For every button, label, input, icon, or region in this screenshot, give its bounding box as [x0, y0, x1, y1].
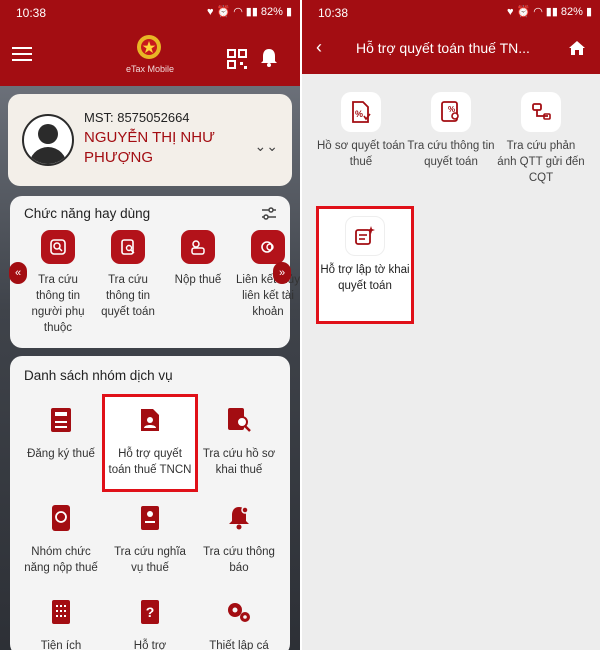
status-time: 10:38 — [16, 6, 47, 20]
settlement-item[interactable]: Tra cứu phản ánh QTT gửi đến CQT — [496, 92, 586, 186]
settlement-item[interactable]: % Hồ sơ quyết toán thuế — [316, 92, 406, 170]
battery-icon: ▮ — [285, 6, 292, 18]
service-label: Tra cứu hồ sơ khai thuế — [202, 448, 276, 476]
favorite-label: Tra cứu thông tin quyết toán — [101, 274, 155, 318]
settlement-label: Tra cứu phản ánh QTT gửi đến CQT — [497, 140, 585, 184]
service-item[interactable]: Tra cứu nghĩa vụ thuế — [107, 498, 193, 576]
calculator-icon — [41, 400, 81, 440]
alarm-icon: ⏰ — [516, 6, 531, 18]
wifi-icon: ◠ — [233, 6, 243, 18]
emblem-logo-icon — [137, 35, 161, 59]
service-label: Thiết lập cá — [209, 640, 269, 650]
service-item[interactable]: Tra cứu thông báo — [196, 498, 282, 576]
payment-icon — [181, 230, 215, 264]
service-label: Tra cứu nghĩa vụ thuế — [114, 546, 186, 574]
battery-text: 82% — [260, 5, 283, 18]
page-title: Hỗ trợ quyết toán thuế TN... — [356, 40, 530, 56]
settings-sliders-icon[interactable] — [260, 205, 278, 223]
avatar — [22, 114, 74, 166]
alarm-icon: ⏰ — [216, 6, 231, 18]
home-header: eTax Mobile — [0, 26, 300, 86]
profile-card[interactable]: MST: 8575052664 NGUYỄN THỊ NHƯ PHƯỢNG ⌄⌄ — [8, 94, 292, 186]
signal-icon: ▮▮ — [545, 6, 558, 18]
home-screen: 10:38 ♥ ⏰ ◠ ▮▮ 82% ▮ eTax Mobile MST: 85… — [0, 0, 300, 650]
qr-scan-icon[interactable] — [226, 48, 248, 70]
favorite-label: Liên kết Hủy liên kết tài khoản — [236, 274, 300, 318]
svg-text:%: % — [355, 109, 363, 119]
status-bar: 10:38 ♥ ⏰ ◠ ▮▮ 82% ▮ — [0, 0, 300, 26]
favorite-item[interactable]: Tra cứu thông tin người phụ thuộc — [26, 230, 90, 336]
battery-text: 82% — [560, 5, 583, 18]
battery-icon: ▮ — [585, 6, 592, 18]
question-book-icon: ? — [130, 592, 170, 632]
app-name: eTax Mobile — [125, 64, 175, 74]
settlement-label: Hỗ trợ lập tờ khai quyết toán — [320, 264, 410, 292]
keypad-icon — [41, 592, 81, 632]
favorites-panel: Chức năng hay dùng Tra cứu thông tin ngư… — [9, 196, 300, 348]
id-document-icon — [130, 498, 170, 538]
home-icon[interactable] — [568, 39, 586, 57]
form-sparkle-icon — [345, 216, 385, 256]
status-icons: ♥ ⏰ ◠ ▮▮ 82% ▮ — [506, 5, 592, 19]
favorite-label: Tra cứu thông tin người phụ thuộc — [31, 274, 85, 334]
service-label: Hỗ trợ — [133, 640, 167, 650]
settlement-label: Tra cứu thông tin quyết toán — [407, 140, 495, 168]
favorite-item[interactable]: Tra cứu thông tin quyết toán — [96, 230, 160, 320]
service-label: Đăng ký thuế — [27, 448, 95, 460]
scroll-right-button[interactable]: » — [273, 262, 291, 284]
menu-icon[interactable] — [12, 46, 32, 62]
favorite-label: Nộp thuế — [174, 274, 222, 286]
service-item[interactable]: Đăng ký thuế — [18, 400, 104, 462]
status-bar: 10:38 ♥ ⏰ ◠ ▮▮ 82% ▮ — [302, 0, 600, 26]
status-time: 10:38 — [318, 6, 349, 20]
wifi-icon: ◠ — [533, 6, 543, 18]
services-panel: Danh sách nhóm dịch vụ Đăng ký thuế Hỗ t… — [10, 356, 290, 650]
link-icon — [251, 230, 285, 264]
signal-icon: ▮▮ — [245, 6, 258, 18]
person-document-icon — [130, 400, 170, 440]
tax-file-icon: % — [341, 92, 381, 132]
service-item-settlement[interactable]: Hỗ trợ quyết toán thuế TNCN — [107, 400, 193, 478]
service-item[interactable]: Tra cứu hồ sơ khai thuế — [196, 400, 282, 478]
services-title: Danh sách nhóm dịch vụ — [24, 368, 173, 383]
scroll-left-button[interactable]: « — [9, 262, 27, 284]
heart-icon: ♥ — [506, 5, 514, 18]
favorite-item[interactable]: Nộp thuế — [166, 230, 230, 288]
file-search-icon — [219, 400, 259, 440]
status-icons: ♥ ⏰ ◠ ▮▮ 82% ▮ — [206, 5, 292, 19]
chevron-down-icon[interactable]: ⌄⌄ — [255, 138, 278, 155]
service-item[interactable]: Tiện ích — [18, 592, 104, 650]
gears-icon — [219, 592, 259, 632]
bell-notification-icon[interactable] — [260, 48, 278, 68]
tax-code: MST: 8575052664 — [84, 110, 190, 125]
service-item[interactable]: Nhóm chức năng nộp thuế — [18, 498, 104, 576]
service-label: Nhóm chức năng nộp thuế — [24, 546, 98, 574]
settlement-item-form[interactable]: Hỗ trợ lập tờ khai quyết toán — [320, 216, 410, 294]
bell-icon — [219, 498, 259, 538]
person-search-icon — [41, 230, 75, 264]
feedback-icon — [521, 92, 561, 132]
user-name: NGUYỄN THỊ NHƯ PHƯỢNG — [84, 129, 215, 166]
service-label: Hỗ trợ quyết toán thuế TNCN — [108, 448, 192, 476]
document-search-icon — [111, 230, 145, 264]
app-comparison: 10:38 ♥ ⏰ ◠ ▮▮ 82% ▮ eTax Mobile MST: 85… — [0, 0, 600, 650]
heart-icon: ♥ — [206, 5, 214, 18]
settlement-screen: 10:38 ♥ ⏰ ◠ ▮▮ 82% ▮ ‹ Hỗ trợ quyết toán… — [302, 0, 600, 650]
favorites-title: Chức năng hay dùng — [24, 206, 151, 221]
service-item[interactable]: ? Hỗ trợ — [107, 592, 193, 650]
service-item[interactable]: Thiết lập cá — [196, 592, 282, 650]
settlement-item[interactable]: % Tra cứu thông tin quyết toán — [406, 92, 496, 170]
service-label: Tra cứu thông báo — [203, 546, 275, 574]
settlement-header: ‹ Hỗ trợ quyết toán thuế TN... — [302, 26, 600, 74]
svg-text:?: ? — [146, 604, 155, 620]
service-label: Tiện ích — [40, 640, 82, 650]
phone-payment-icon — [41, 498, 81, 538]
settlement-search-icon: % — [431, 92, 471, 132]
back-arrow-icon[interactable]: ‹ — [316, 37, 322, 58]
settlement-label: Hồ sơ quyết toán thuế — [316, 140, 406, 168]
